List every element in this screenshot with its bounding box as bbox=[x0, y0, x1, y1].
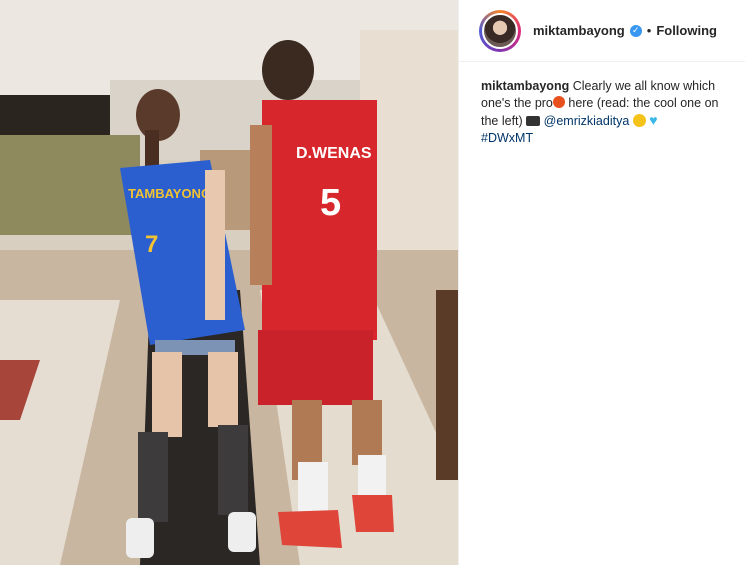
left-jersey-number: 7 bbox=[145, 231, 158, 258]
following-button[interactable]: Following bbox=[656, 23, 717, 38]
post-header: miktambayong ✓ • Following bbox=[459, 0, 745, 62]
verified-check-icon: ✓ bbox=[629, 24, 642, 37]
camera-emoji-icon bbox=[526, 116, 541, 126]
post-sidebar: miktambayong ✓ • Following miktambayong … bbox=[458, 0, 745, 565]
separator-dot: • bbox=[646, 23, 652, 38]
basketball-emoji-icon bbox=[552, 96, 565, 108]
hashtag-link[interactable]: #DWxMT bbox=[481, 131, 533, 145]
left-jersey-name: TAMBAYONG bbox=[128, 186, 211, 201]
username-link[interactable]: miktambayong bbox=[533, 23, 625, 38]
mention-link[interactable]: @emrizkiaditya bbox=[544, 114, 630, 128]
post-caption: miktambayong Clearly we all know which o… bbox=[459, 62, 745, 147]
tongue-face-emoji-icon bbox=[632, 114, 646, 127]
post-photo[interactable]: TAMBAYONG 7 D.WENAS 5 bbox=[0, 0, 458, 565]
right-jersey-number: 5 bbox=[320, 182, 341, 224]
caption-username-link[interactable]: miktambayong bbox=[481, 79, 569, 93]
right-jersey-name: D.WENAS bbox=[296, 145, 372, 162]
avatar[interactable] bbox=[479, 9, 521, 52]
blue-heart-emoji-icon: ♥ bbox=[649, 112, 658, 128]
